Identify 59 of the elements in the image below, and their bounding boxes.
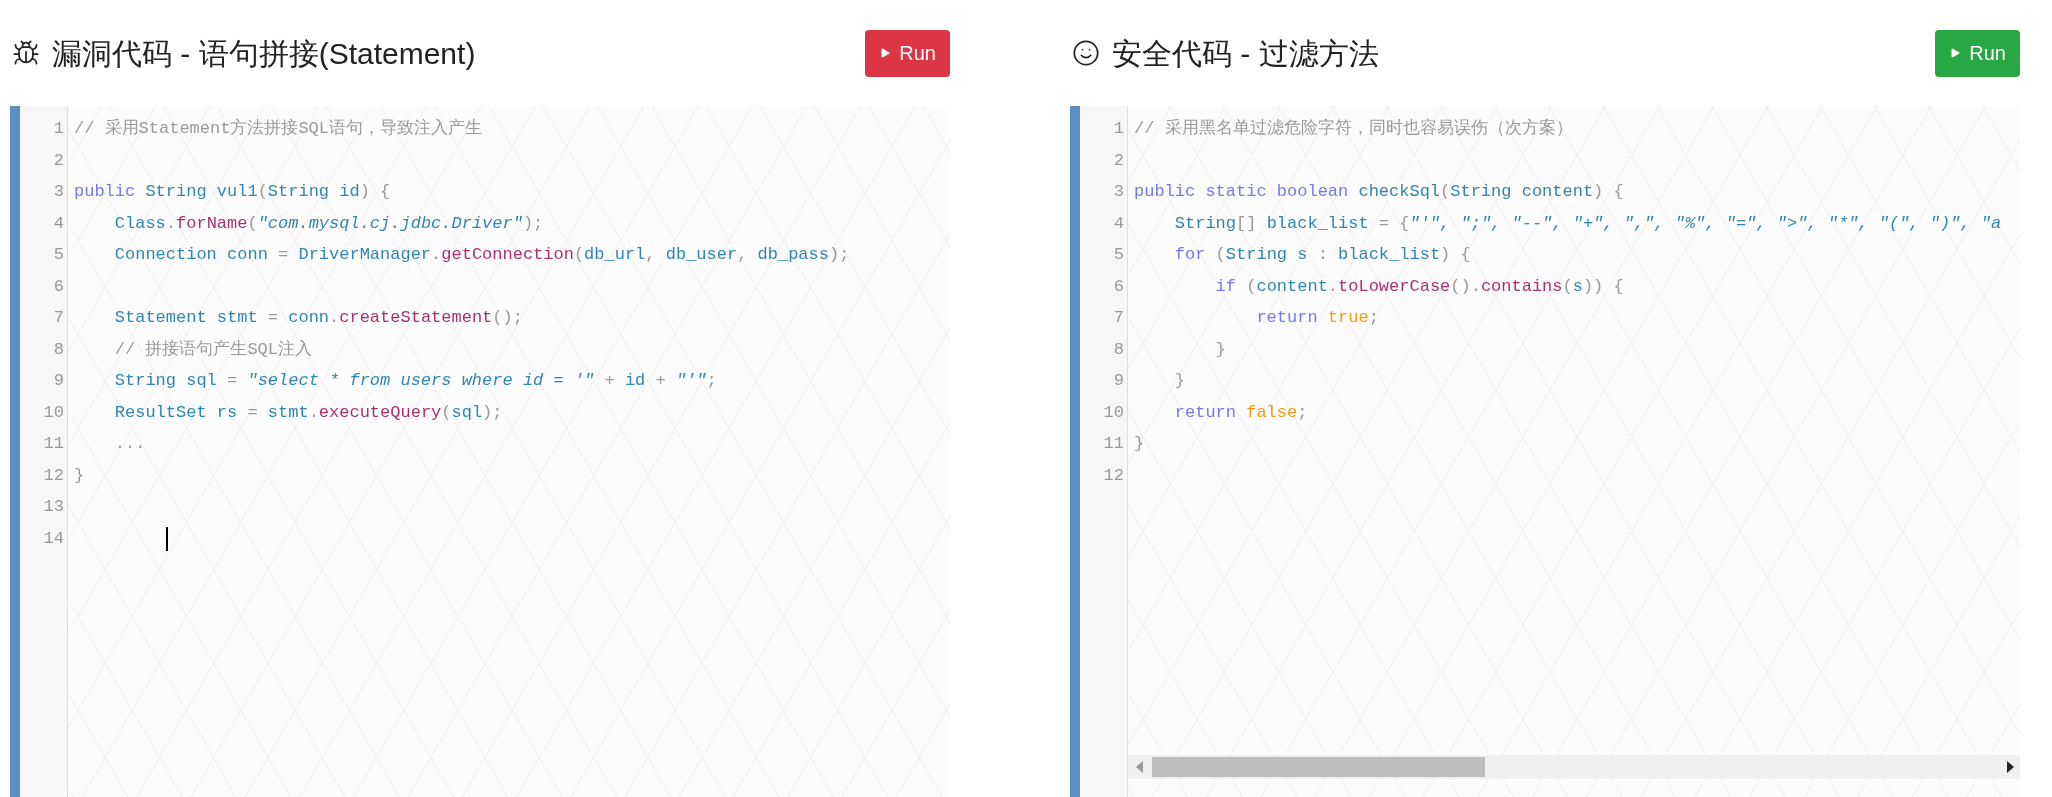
scrollbar-thumb[interactable] [1152, 757, 1485, 777]
line-number: 9 [1112, 370, 1124, 392]
code-line: ResultSet rs = stmt.executeQuery(sql); [113, 401, 503, 424]
line-number: 7 [52, 307, 64, 329]
panel-title: 安全代码 - 过滤方法 [1112, 35, 1379, 72]
horizontal-scrollbar[interactable] [1128, 755, 2020, 779]
line-number: 4 [52, 212, 64, 235]
play-icon [1949, 46, 1962, 60]
line-number: 10 [42, 401, 64, 424]
line-number: 1 [52, 118, 64, 140]
line-number: 6 [1112, 275, 1124, 298]
code-line: Connection conn = DriverManager.getConnection(db_url, db_user, db_pass); [113, 244, 850, 266]
code-line: } [1134, 433, 1145, 455]
code-line: String[] black_list = {"'", ";", "--", "+", ",", "%", "=", ">", "*", "(", ")", "a [1173, 212, 2002, 235]
code-line: if (content.toLowerCase().contains(s)) { [1214, 275, 1624, 298]
panel-title: 漏洞代码 - 语句拼接(Statement) [52, 35, 476, 72]
run-button[interactable]: Run [1935, 29, 2020, 77]
line-number: 6 [52, 275, 64, 298]
code-line: // 采用Statement方法拼接SQL语句，导致注入产生 [74, 118, 483, 140]
scroll-left-icon[interactable] [1136, 761, 1144, 773]
text-cursor [166, 526, 168, 551]
line-number: 8 [1112, 338, 1124, 361]
bug-icon [12, 39, 40, 67]
code-line: String sql = "select * from users where id = '" + id + "'"; [113, 370, 717, 392]
line-number: 1 [1112, 118, 1124, 140]
code-line: public static boolean checkSql(String content) { [1134, 181, 1624, 203]
line-number: 12 [42, 464, 64, 487]
code-line: for (String s : black_list) { [1173, 244, 1471, 266]
line-number: 11 [1102, 433, 1124, 455]
code-line: Statement stmt = conn.createStatement(); [113, 307, 523, 329]
line-number: 5 [1112, 244, 1124, 266]
code-line: // 采用黑名单过滤危险字符，同时也容易误伤（次方案） [1134, 117, 1573, 140]
smiley-icon [1072, 39, 1100, 67]
code-line: return false; [1173, 401, 1308, 424]
line-number: 12 [1102, 464, 1124, 487]
scroll-right-icon[interactable] [2006, 761, 2014, 773]
line-number: 4 [1112, 212, 1124, 235]
line-number: 3 [52, 181, 64, 203]
code-line: // 拼接语句产生SQL注入 [113, 338, 313, 361]
line-number: 10 [1102, 401, 1124, 424]
line-number: 5 [52, 244, 64, 266]
line-number: 13 [42, 496, 64, 518]
line-number: 14 [42, 527, 64, 550]
line-number: 2 [1112, 149, 1124, 172]
line-number: 3 [1112, 181, 1124, 203]
line-number: 2 [52, 149, 64, 172]
line-number: 11 [42, 433, 64, 455]
line-number: 7 [1112, 307, 1124, 329]
code-line: ... [113, 433, 146, 455]
code-line: return true; [1255, 307, 1379, 329]
line-number: 8 [52, 338, 64, 361]
code-line: Class.forName("com.mysql.cj.jdbc.Driver"); [113, 212, 544, 235]
code-line: } [1173, 370, 1185, 392]
code-line: } [74, 464, 85, 487]
play-icon [879, 46, 892, 60]
code-line: } [1214, 338, 1226, 361]
code-line: public String vul1(String id) { [74, 181, 391, 203]
run-button[interactable]: Run [865, 29, 950, 77]
line-number: 9 [52, 370, 64, 392]
